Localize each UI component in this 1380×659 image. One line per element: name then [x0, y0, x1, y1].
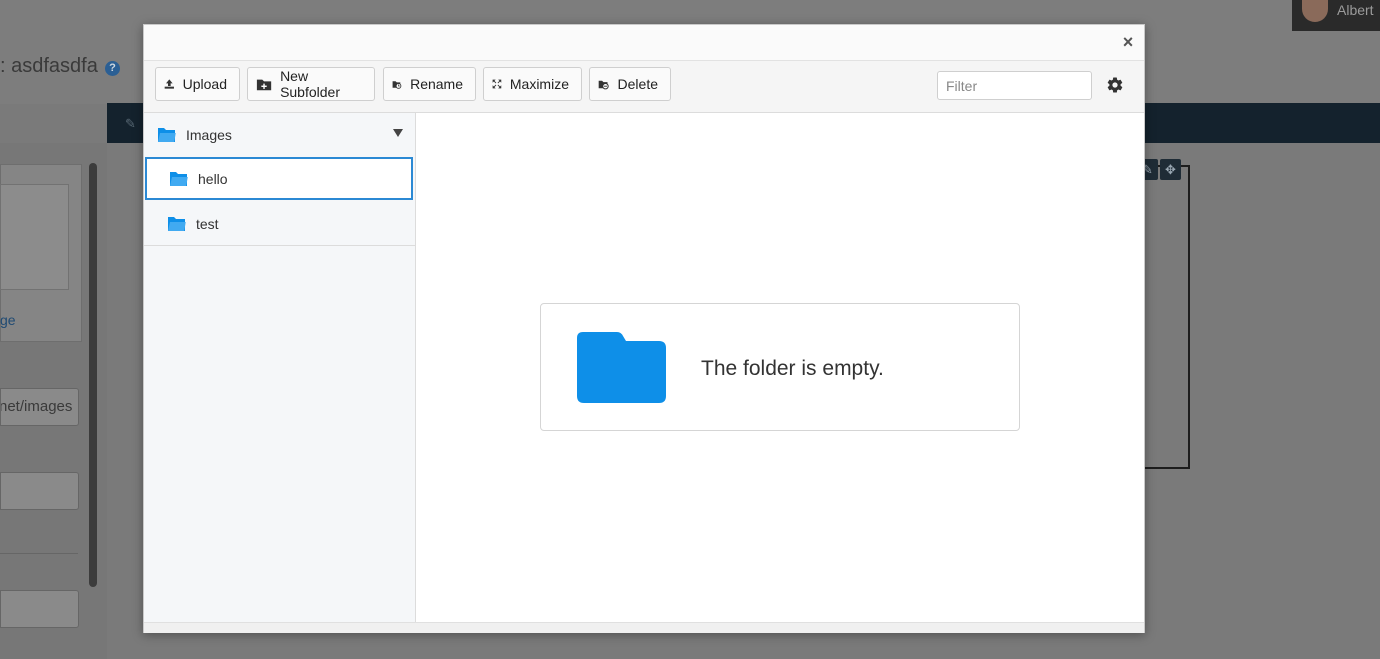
file-list-area: The folder is empty. — [416, 113, 1144, 622]
upload-button[interactable]: Upload — [155, 67, 240, 101]
dialog-titlebar: × — [144, 25, 1144, 61]
background-path-input: net/images — [0, 388, 79, 426]
delete-label: Delete — [617, 76, 658, 92]
folder-icon — [168, 216, 186, 231]
empty-state-panel: The folder is empty. — [540, 303, 1020, 431]
background-divider — [0, 553, 78, 554]
background-thumbnail — [0, 184, 69, 290]
background-input-2 — [0, 472, 79, 510]
tree-item-label: hello — [198, 170, 228, 187]
upload-label: Upload — [182, 76, 227, 92]
folder-delete-icon — [598, 80, 609, 89]
tree-item-hello[interactable]: hello — [145, 157, 413, 200]
filter-input[interactable] — [937, 71, 1092, 100]
maximize-label: Maximize — [509, 76, 569, 92]
tree-root-label: Images — [186, 126, 232, 143]
delete-button[interactable]: Delete — [589, 67, 671, 101]
user-name: Albert — [1337, 2, 1374, 18]
tree-divider — [144, 245, 415, 246]
folder-icon — [577, 332, 666, 403]
toolbar: Upload New Subfolder Rename Maximize Del… — [144, 61, 1144, 113]
background-link: ge — [0, 312, 16, 328]
new-subfolder-label: New Subfolder — [280, 68, 340, 100]
tree-item-test[interactable]: test — [145, 202, 413, 245]
help-icon: ? — [105, 61, 120, 76]
upload-icon — [164, 79, 174, 89]
file-browser-dialog: × Upload New Subfolder Rename Maximize D… — [143, 24, 1145, 633]
folder-tree: Images hello test — [144, 113, 416, 622]
rename-icon — [392, 80, 402, 89]
empty-message: The folder is empty. — [701, 357, 884, 380]
background-frame — [1144, 165, 1190, 469]
expand-icon — [492, 79, 502, 89]
background-page-title: : asdfasdfa — [0, 55, 98, 77]
folder-plus-icon — [256, 79, 272, 90]
folder-open-icon — [158, 127, 176, 142]
rename-button[interactable]: Rename — [383, 67, 476, 101]
background-input-3 — [0, 590, 79, 628]
tree-root-images[interactable]: Images — [144, 113, 415, 156]
dialog-resize-strip — [144, 622, 1144, 633]
close-button[interactable]: × — [1120, 33, 1136, 51]
rename-label: Rename — [410, 76, 463, 92]
background-scrollbar — [89, 163, 97, 587]
caret-down-icon[interactable] — [393, 129, 403, 137]
maximize-button[interactable]: Maximize — [483, 67, 582, 101]
folder-icon — [170, 171, 188, 186]
new-subfolder-button[interactable]: New Subfolder — [247, 67, 375, 101]
background-topbar — [0, 0, 1380, 24]
gear-icon[interactable] — [1106, 76, 1124, 94]
paperclip-icon: ✎ — [125, 116, 136, 131]
tree-item-label: test — [196, 215, 219, 232]
move-icon: ✥ — [1160, 159, 1181, 180]
